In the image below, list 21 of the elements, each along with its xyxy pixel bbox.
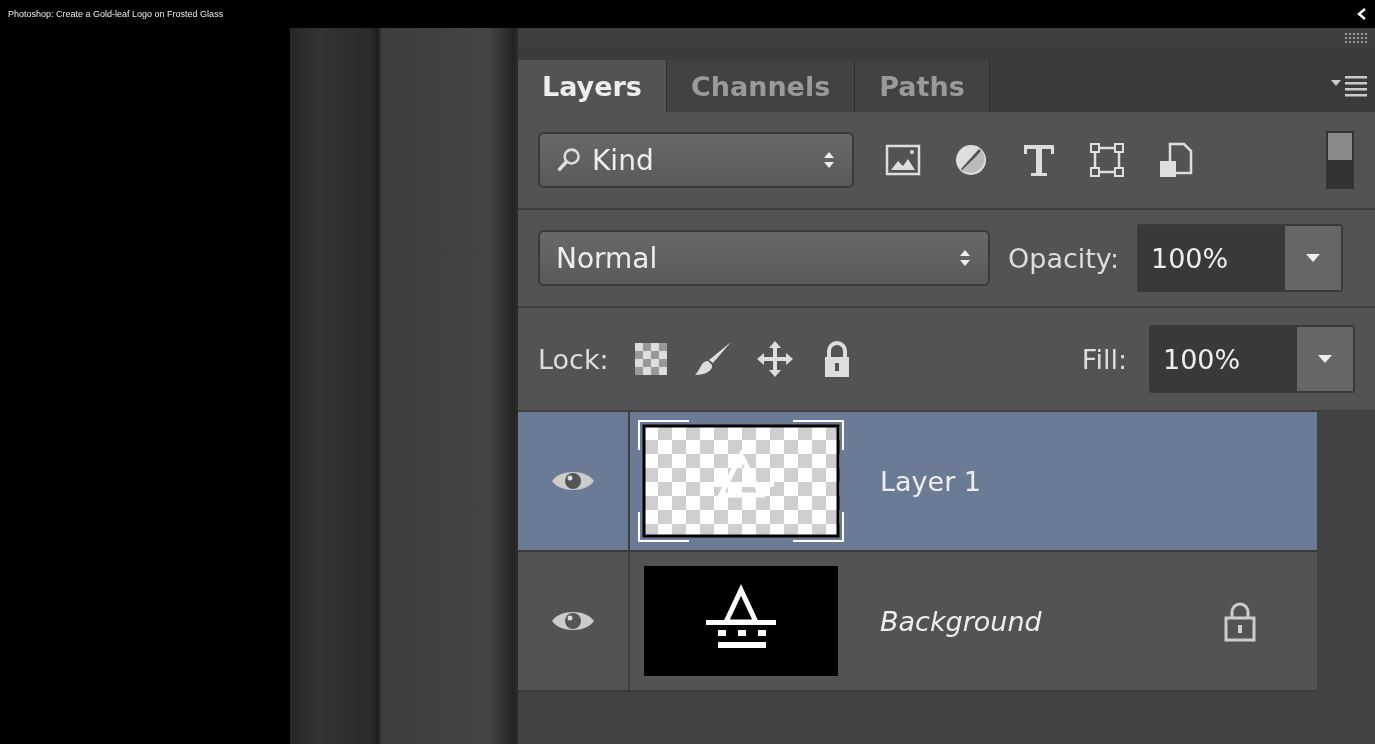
opacity-label: Opacity: — [1008, 242, 1119, 274]
search-icon — [556, 147, 582, 173]
updown-icon — [822, 151, 836, 169]
layer-row[interactable]: Layer 1 — [518, 412, 1317, 552]
blend-mode-dropdown[interactable]: Normal — [538, 230, 990, 286]
menu-icon[interactable] — [1331, 75, 1367, 97]
grip-icon[interactable] — [1345, 33, 1367, 43]
panel-tab[interactable]: Paths — [855, 60, 990, 112]
filter-toggle[interactable] — [1325, 130, 1355, 190]
lock-label: Lock: — [538, 343, 609, 375]
layer-name: Layer 1 — [880, 465, 983, 497]
chevron-icon[interactable] — [1357, 8, 1367, 20]
panel-tab[interactable]: Channels — [666, 60, 856, 112]
updown-icon — [958, 249, 972, 267]
video-title: Photoshop: Create a Gold-leaf Logo on Frosted Glass — [8, 9, 224, 19]
filter-dropdown[interactable]: Kind — [538, 132, 854, 188]
bounding-box-icon[interactable] — [1088, 141, 1126, 179]
fill-label: Fill: — [1081, 343, 1127, 375]
layer-name: Background — [880, 605, 1043, 637]
panel-tab[interactable]: Layers — [518, 60, 667, 112]
layer-row[interactable]: Background — [518, 552, 1317, 692]
